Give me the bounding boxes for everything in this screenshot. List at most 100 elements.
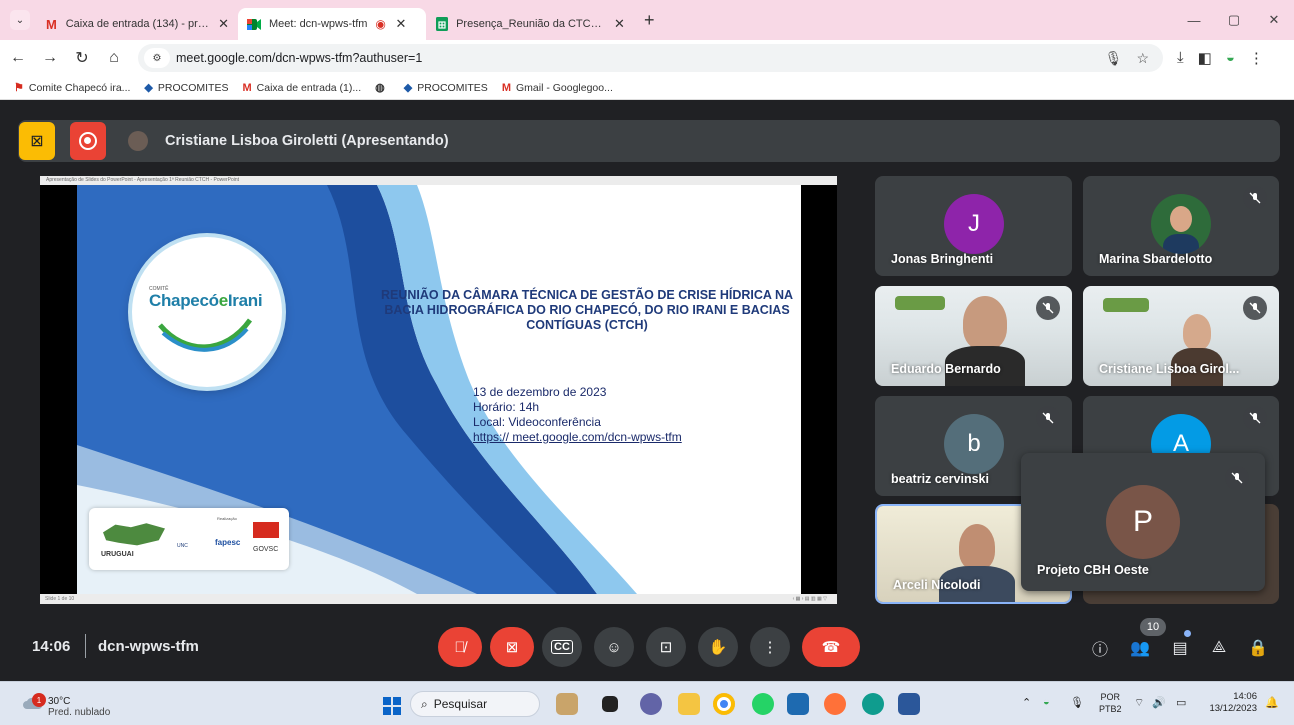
whatsapp-icon[interactable] xyxy=(752,693,774,715)
presenter-bar: ⊠ Cristiane Lisboa Giroletti (Apresentan… xyxy=(18,120,1280,162)
notification-bell-icon[interactable]: 🔔 xyxy=(1265,696,1279,709)
menu-dots-icon[interactable]: ⋮ xyxy=(1249,49,1264,67)
weather-widget[interactable]: 30°C Pred. nublado xyxy=(48,696,110,718)
home-icon[interactable]: ⌂ xyxy=(100,49,128,67)
firefox-icon[interactable] xyxy=(824,693,846,715)
word-icon[interactable] xyxy=(898,693,920,715)
meeting-clock: 14:06 xyxy=(32,638,71,655)
presenter-title: Cristiane Lisboa Giroletti (Apresentando… xyxy=(165,133,449,149)
mic-off-icon xyxy=(1243,186,1267,210)
reload-icon[interactable]: ↻ xyxy=(68,48,96,68)
taskbar-search[interactable]: ⌕ Pesquisar xyxy=(410,691,540,717)
recording-button[interactable] xyxy=(70,122,106,160)
close-window-icon[interactable]: ✕ xyxy=(1254,12,1294,28)
forward-icon[interactable]: → xyxy=(36,49,64,67)
edge-icon[interactable] xyxy=(862,693,884,715)
slide-time: Horário: 14h xyxy=(473,400,540,414)
screen: ⌄ M Caixa de entrada (134) - projeto ✕ M… xyxy=(0,0,1294,725)
sponsor-unc: UNC xyxy=(177,543,188,549)
tab-gmail[interactable]: M Caixa de entrada (134) - projeto ✕ xyxy=(36,8,238,40)
tab-label: Presença_Reunião da CTCH do xyxy=(456,18,605,30)
site-info-icon[interactable]: ⚙ xyxy=(144,48,170,68)
restore-icon[interactable]: ▢ xyxy=(1214,12,1254,28)
participant-tile[interactable]: Eduardo Bernardo xyxy=(875,286,1072,386)
more-vertical-icon: ⋮ xyxy=(762,639,778,656)
people-icon[interactable]: 👥 xyxy=(1127,635,1153,661)
more-options-button[interactable]: ⋮ xyxy=(750,627,790,667)
tray-expand-icon[interactable]: ⌃ xyxy=(1022,696,1031,709)
participant-tile[interactable]: Cristiane Lisboa Girol... xyxy=(1083,286,1279,386)
bookmark-item[interactable]: M Caixa de entrada (1)... xyxy=(242,82,361,94)
task-view-icon[interactable] xyxy=(602,696,618,712)
captions-off-icon[interactable]: ⊠ xyxy=(19,122,55,160)
host-controls-icon[interactable]: 🔒 xyxy=(1245,635,1271,661)
bookmark-item[interactable]: M Gmail - Googlegoo... xyxy=(502,82,613,94)
bookmark-item[interactable]: ◆ PROCOMITES xyxy=(404,81,488,95)
govsc-flag-logo xyxy=(253,522,279,538)
participant-tile-floating[interactable]: P Projeto CBH Oeste xyxy=(1021,453,1265,591)
logo-text: ChapecóeIrani xyxy=(149,291,263,311)
temperature: 30°C xyxy=(48,696,71,707)
slide-view-controls: ‹ ▦ › ▤ ▥ ▦ ▽ xyxy=(792,596,827,602)
download-icon[interactable]: ⤓ xyxy=(1177,49,1184,67)
leave-call-button[interactable]: ☎ xyxy=(802,627,860,667)
mic-toggle-button[interactable]: 🎙̸ xyxy=(438,627,482,667)
slide-window-title: Apresentação de Slides do PowerPoint - A… xyxy=(46,177,240,183)
taskbar-date: 13/12/2023 xyxy=(1209,703,1257,714)
volume-icon[interactable]: 🔊 xyxy=(1152,696,1166,709)
captions-button[interactable]: CC xyxy=(542,627,582,667)
bookmark-item[interactable]: ⚑ Comite Chapecó ira... xyxy=(14,81,130,95)
present-button[interactable]: ⊡ xyxy=(646,627,686,667)
reactions-button[interactable]: ☺ xyxy=(594,627,634,667)
side-panel-icon[interactable]: ◧ xyxy=(1198,49,1212,67)
store-icon[interactable] xyxy=(787,693,809,715)
activities-icon[interactable]: ⟁ xyxy=(1206,635,1232,661)
raise-hand-button[interactable]: ✋ xyxy=(698,627,738,667)
participant-name: Jonas Bringhenti xyxy=(891,252,994,266)
chat-app-icon[interactable] xyxy=(640,693,662,715)
hand-icon: ✋ xyxy=(708,639,728,656)
chrome-icon[interactable] xyxy=(713,693,735,715)
address-bar[interactable]: ⚙ meet.google.com/dcn-wpws-tfm?authuser=… xyxy=(138,44,1163,72)
participant-tile[interactable]: J Jonas Bringhenti xyxy=(875,176,1072,276)
file-explorer-icon[interactable] xyxy=(678,693,700,715)
bookmarks-bar: ⚑ Comite Chapecó ira... ◆ PROCOMITES M Caix… xyxy=(0,76,1294,100)
tab-meet[interactable]: Meet: dcn-wpws-tfm ◉ ✕ xyxy=(238,8,426,40)
logo-text-b: e xyxy=(218,291,228,310)
close-icon[interactable]: ✕ xyxy=(394,16,408,32)
extension-icon[interactable]: ◒ xyxy=(1226,49,1235,67)
taskbar-time: 14:06 xyxy=(1233,691,1257,702)
widget-app-icon[interactable] xyxy=(556,693,578,715)
bookmark-star-icon[interactable]: ☆ xyxy=(1136,50,1149,67)
emoji-icon: ☺ xyxy=(606,638,622,656)
camera-toggle-button[interactable]: ⊠ xyxy=(490,627,534,667)
slide-place: Local: Videoconferência xyxy=(473,415,601,429)
new-tab-button[interactable]: + xyxy=(644,10,655,31)
recording-indicator-icon: ◉ xyxy=(375,17,386,31)
language-indicator[interactable]: POR PTB2 xyxy=(1099,691,1122,715)
meet-icon xyxy=(246,17,262,31)
wifi-icon[interactable]: ⌔ xyxy=(1134,696,1144,710)
close-icon[interactable]: ✕ xyxy=(217,16,230,32)
slide-date: 13 de dezembro de 2023 xyxy=(473,385,607,399)
back-icon[interactable]: ← xyxy=(4,49,32,67)
chat-icon[interactable]: ▤ xyxy=(1167,635,1193,661)
info-icon[interactable]: ⓘ xyxy=(1087,635,1113,661)
mic-off-icon: 🎙̸ xyxy=(454,638,466,656)
bookmark-item[interactable]: ◆ PROCOMITES xyxy=(144,81,228,95)
participant-tile[interactable]: Marina Sbardelotto xyxy=(1083,176,1279,276)
microphone-icon[interactable]: 🎙 xyxy=(1105,50,1123,67)
tray-app-icon[interactable]: ◒ xyxy=(1043,696,1050,708)
tab-search-button[interactable]: ⌄ xyxy=(10,10,30,30)
mic-off-icon xyxy=(1225,466,1249,490)
windows-start-icon[interactable] xyxy=(383,697,401,715)
clock-widget[interactable]: 14:06 13/12/2023 xyxy=(1205,691,1257,715)
tray-mic-icon[interactable]: 🎙 xyxy=(1070,696,1084,709)
close-icon[interactable]: ✕ xyxy=(613,16,626,32)
tab-sheets[interactable]: Presença_Reunião da CTCH do ✕ xyxy=(426,8,634,40)
minimize-icon[interactable]: — xyxy=(1174,13,1214,28)
lang-code: POR xyxy=(1100,692,1121,702)
participant-count-badge: 10 xyxy=(1140,618,1166,636)
battery-icon[interactable]: ▭ xyxy=(1176,696,1186,709)
bookmark-item[interactable]: ◍ xyxy=(375,81,390,94)
